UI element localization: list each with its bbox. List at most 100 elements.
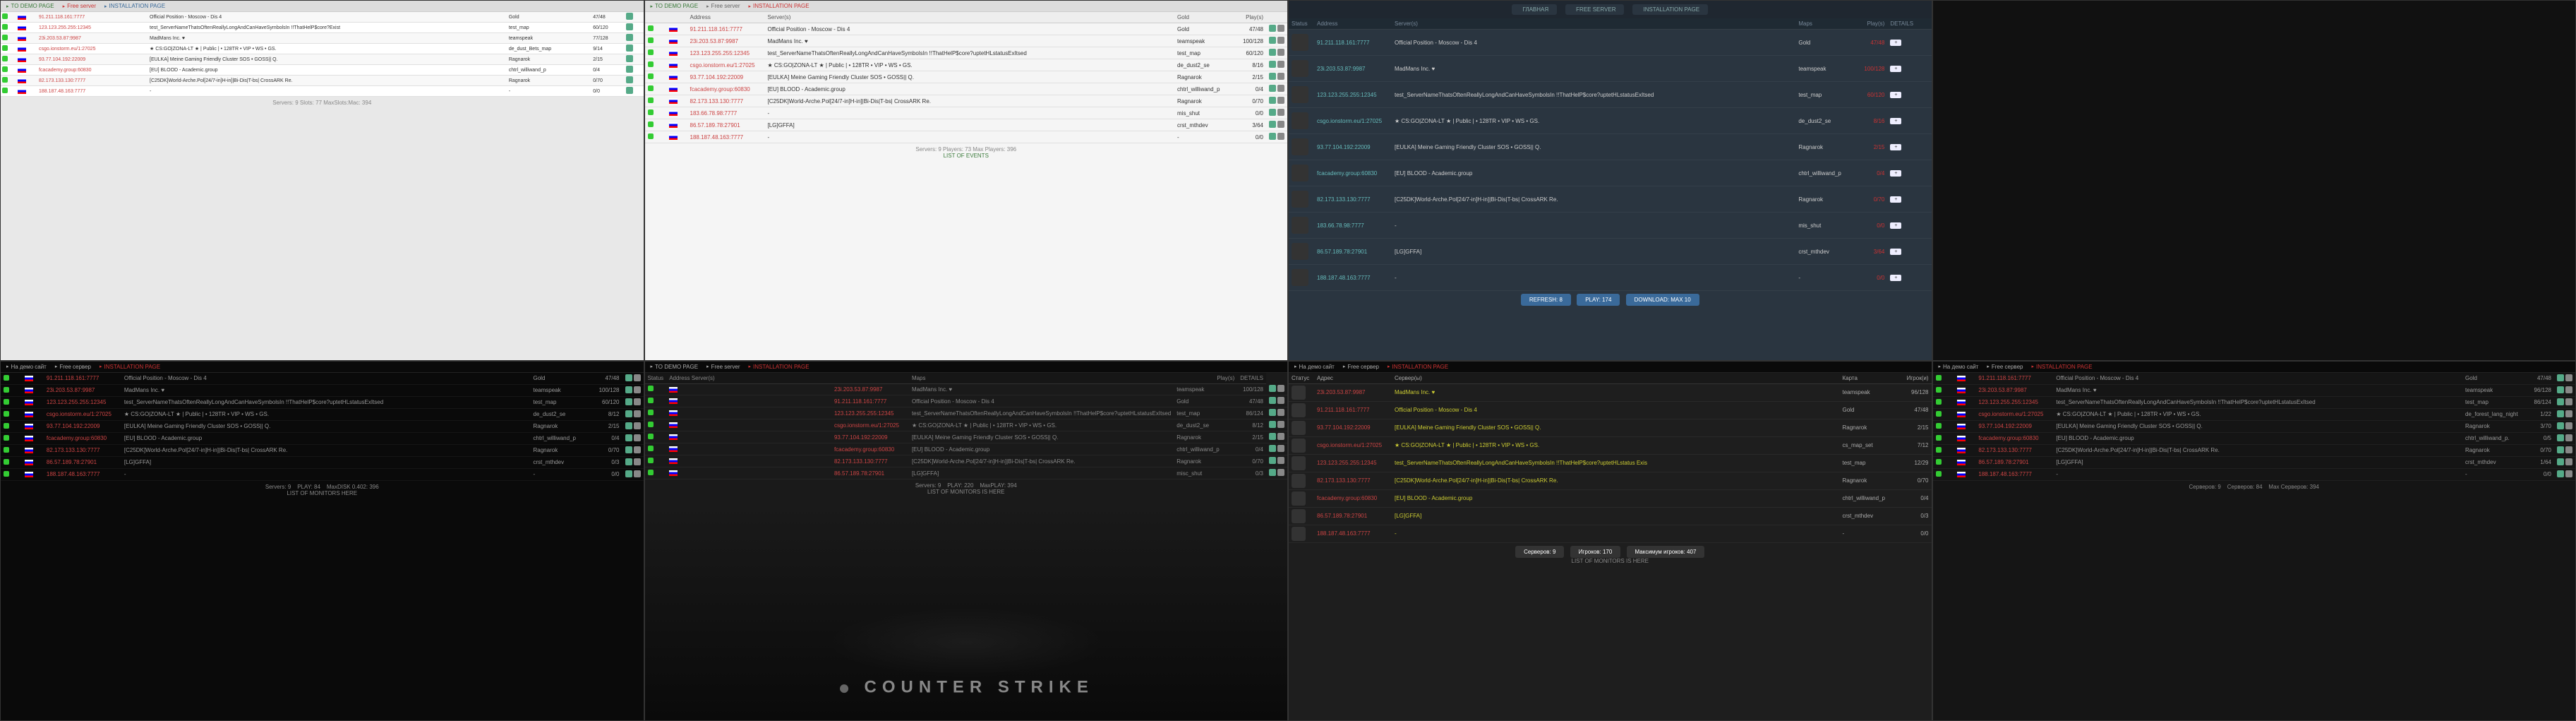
nav-free[interactable]: Free сервер — [1343, 364, 1379, 370]
row-actions[interactable] — [1269, 73, 1284, 80]
server-ip[interactable]: 188.187.48.163:7777 — [1314, 525, 1392, 542]
th-details[interactable]: DETAILS — [1237, 373, 1266, 384]
details-button[interactable]: + — [1890, 196, 1901, 203]
server-ip[interactable]: 86.57.189.78:27901 — [687, 119, 765, 131]
nav-install[interactable]: INSTALLATION PAGE — [748, 364, 809, 370]
details-button[interactable]: + — [1890, 249, 1901, 255]
nav-install[interactable]: INSTALLATION PAGE — [1632, 4, 1708, 15]
server-row[interactable]: 23i.203.53.87:9987MadMans Inc. ♥teamspea… — [1, 33, 644, 44]
connect-icon[interactable] — [1269, 409, 1276, 416]
info-icon[interactable] — [1277, 109, 1284, 116]
server-row[interactable]: fcacademy.group:60830[EU] BLOOD - Academ… — [645, 83, 1288, 95]
server-row[interactable]: 93.77.104.192:22009[EULKA] Meine Gaming … — [1, 54, 644, 65]
nav-demo[interactable]: TO DEMO PAGE — [6, 3, 54, 9]
connect-icon[interactable] — [1269, 385, 1276, 392]
monitors-link[interactable]: LIST OF MONITORS IS HERE — [1572, 558, 1649, 564]
details-button[interactable]: + — [1890, 40, 1901, 46]
server-ip[interactable]: csgo.ionstorm.eu/1:27025 — [1314, 108, 1392, 134]
server-ip[interactable]: csgo.ionstorm.eu/1:27025 — [831, 419, 909, 431]
th-status[interactable]: Status — [645, 373, 667, 384]
details-button[interactable]: + — [1890, 92, 1901, 98]
server-ip[interactable]: csgo.ionstorm.eu/1:27025 — [1314, 436, 1392, 454]
server-name[interactable]: test_ServerNameThatsOftenReallyLongAndCa… — [765, 47, 1175, 59]
nav-demo[interactable]: TO DEMO PAGE — [651, 364, 699, 370]
btn-play[interactable]: PLAY: 174 — [1577, 294, 1620, 306]
server-name[interactable]: [EULKA] Meine Gaming Friendly Cluster SO… — [2053, 420, 2462, 432]
row-actions[interactable] — [2557, 374, 2572, 381]
nav-free[interactable]: Free сервер — [55, 364, 91, 370]
connect-icon[interactable] — [2557, 434, 2564, 441]
row-actions[interactable] — [625, 374, 641, 381]
row-actions[interactable] — [625, 470, 641, 477]
server-row[interactable]: 23i.203.53.87:9987MadMans Inc. ♥teamspea… — [1, 384, 644, 396]
connect-icon[interactable] — [1269, 73, 1276, 80]
server-row[interactable]: 188.187.48.163:7777--0/0 — [1933, 468, 2576, 480]
server-ip[interactable]: 123.123.255.255:12345 — [1314, 454, 1392, 472]
server-name[interactable]: MadMans Inc. ♥ — [121, 384, 531, 396]
server-name[interactable]: [EULKA] Meine Gaming Friendly Cluster SO… — [909, 431, 1174, 443]
server-ip[interactable]: 93.77.104.192:22009 — [37, 54, 148, 65]
server-ip[interactable]: 82.173.133.130:7777 — [831, 455, 909, 467]
nav-free[interactable]: Free сервер — [1987, 364, 2023, 370]
server-name[interactable]: - — [148, 86, 507, 97]
connect-icon[interactable] — [1269, 49, 1276, 56]
server-name[interactable]: - — [2053, 468, 2462, 480]
nav-demo[interactable]: На демо сайт — [6, 364, 47, 370]
server-row[interactable]: 183.66.78.98:7777-mis_shut0/0 — [645, 107, 1288, 119]
server-row[interactable]: 82.173.133.130:7777[C25DK]World-Arche.Po… — [645, 455, 1288, 467]
row-actions[interactable] — [2557, 458, 2572, 465]
server-name[interactable]: Official Position - Moscow - Dis 4 — [909, 395, 1174, 407]
th-server[interactable]: Server(s) — [765, 12, 1175, 23]
th-players[interactable]: Play(s) — [1238, 12, 1266, 23]
server-name[interactable]: [EU] BLOOD - Academic.group — [909, 443, 1174, 455]
details-button[interactable]: + — [1890, 118, 1901, 124]
server-name[interactable]: Official Position - Moscow - Dis 4 — [1392, 30, 1795, 56]
server-ip[interactable]: 93.77.104.192:22009 — [831, 431, 909, 443]
server-row[interactable]: fcacademy.group:60830[EU] BLOOD - Academ… — [1289, 489, 1932, 507]
connect-icon[interactable] — [625, 470, 632, 477]
server-row[interactable]: 82.173.133.130:7777[C25DK]World-Arche.Po… — [1, 444, 644, 456]
details-button[interactable]: + — [1890, 222, 1901, 229]
server-name[interactable]: ★ CS:GO|ZONA-LT ★ | Public | • 128TR • V… — [1392, 108, 1795, 134]
server-row[interactable]: 123.123.255.255:12345test_ServerNameThat… — [645, 407, 1288, 419]
connect-icon[interactable] — [626, 13, 633, 20]
server-ip[interactable]: 123.123.255.255:12345 — [44, 396, 121, 408]
info-icon[interactable] — [1277, 385, 1284, 392]
server-ip[interactable]: 183.66.78.98:7777 — [1314, 213, 1392, 239]
row-actions[interactable] — [1269, 397, 1284, 404]
server-row[interactable]: 23i.203.53.87:9987MadMans Inc. ♥teamspea… — [1289, 56, 1932, 82]
info-icon[interactable] — [634, 374, 641, 381]
server-ip[interactable]: 82.173.133.130:7777 — [44, 444, 121, 456]
server-ip[interactable]: fcacademy.group:60830 — [37, 65, 148, 76]
server-name[interactable]: [C25DK]World-Arche.Pol[24/7-in]H-in]|Bi-… — [148, 76, 507, 86]
server-row[interactable]: 86.57.189.78:27901[LG]GFFA]crst_mthdev0/… — [1, 456, 644, 468]
server-row[interactable]: 123.123.255.255:12345test_ServerNameThat… — [1289, 454, 1932, 472]
server-name[interactable]: [LG]GFFA] — [1392, 507, 1840, 525]
info-icon[interactable] — [1277, 61, 1284, 68]
server-row[interactable]: 23i.203.53.87:9987MadMans Inc. ♥teamspea… — [645, 35, 1288, 47]
server-ip[interactable]: 91.211.118.161:7777 — [37, 12, 148, 23]
server-name[interactable]: [C25DK]World-Arche.Pol[24/7-in]H-in]|Bi-… — [765, 95, 1175, 107]
server-name[interactable]: test_ServerNameThatsOftenReallyLongAndCa… — [2053, 396, 2462, 408]
server-ip[interactable]: 123.123.255.255:12345 — [1314, 82, 1392, 108]
server-row[interactable]: 93.77.104.192:22009[EULKA] Meine Gaming … — [1933, 420, 2576, 432]
server-ip[interactable]: 23i.203.53.87:9987 — [831, 383, 909, 395]
server-ip[interactable]: 91.211.118.161:7777 — [831, 395, 909, 407]
server-name[interactable]: - — [765, 107, 1175, 119]
connect-icon[interactable] — [626, 23, 633, 30]
connect-icon[interactable] — [1269, 97, 1276, 104]
nav-main[interactable]: ГЛАВНАЯ — [1512, 4, 1557, 15]
connect-icon[interactable] — [1269, 445, 1276, 452]
nav-free[interactable]: FREE SERVER — [1565, 4, 1624, 15]
server-name[interactable]: ★ CS:GO|ZONA-LT ★ | Public | • 128TR • V… — [1392, 436, 1840, 454]
th-server[interactable]: Сервер(ы) — [1392, 373, 1840, 384]
server-row[interactable]: csgo.ionstorm.eu/1:27025★ CS:GO|ZONA-LT … — [1933, 408, 2576, 420]
row-actions[interactable] — [2557, 386, 2572, 393]
server-ip[interactable]: 86.57.189.78:27901 — [44, 456, 121, 468]
info-icon[interactable] — [634, 398, 641, 405]
server-row[interactable]: csgo.ionstorm.eu/1:27025★ CS:GO|ZONA-LT … — [645, 419, 1288, 431]
server-row[interactable]: 93.77.104.192:22009[EULKA] Meine Gaming … — [1289, 419, 1932, 436]
row-actions[interactable] — [2557, 410, 2572, 417]
details-button[interactable]: + — [1890, 170, 1901, 177]
server-name[interactable]: MadMans Inc. ♥ — [765, 35, 1175, 47]
